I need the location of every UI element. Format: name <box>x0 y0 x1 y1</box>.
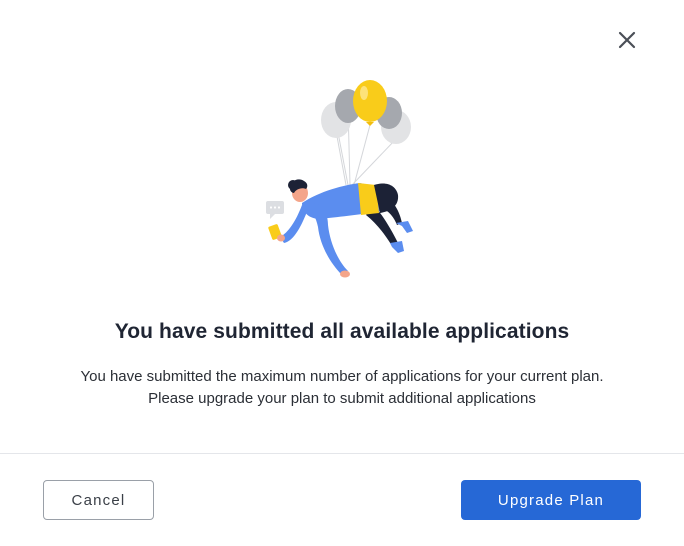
upgrade-plan-button[interactable]: Upgrade Plan <box>461 480 641 520</box>
person-floating-with-balloons-illustration <box>266 80 413 278</box>
dialog-message: You have submitted the maximum number of… <box>0 366 684 410</box>
dialog-title: You have submitted all available applica… <box>114 320 570 343</box>
close-button[interactable] <box>612 25 642 55</box>
message-line: You have submitted the maximum number of… <box>80 368 604 385</box>
cancel-button[interactable]: Cancel <box>43 480 154 520</box>
close-icon <box>618 31 636 49</box>
upgrade-plan-dialog: You have submitted all available applica… <box>0 0 684 546</box>
chat-bubble-icon <box>266 201 284 219</box>
message-line: Please upgrade your plan to submit addit… <box>148 390 536 407</box>
footer-divider <box>0 453 684 454</box>
